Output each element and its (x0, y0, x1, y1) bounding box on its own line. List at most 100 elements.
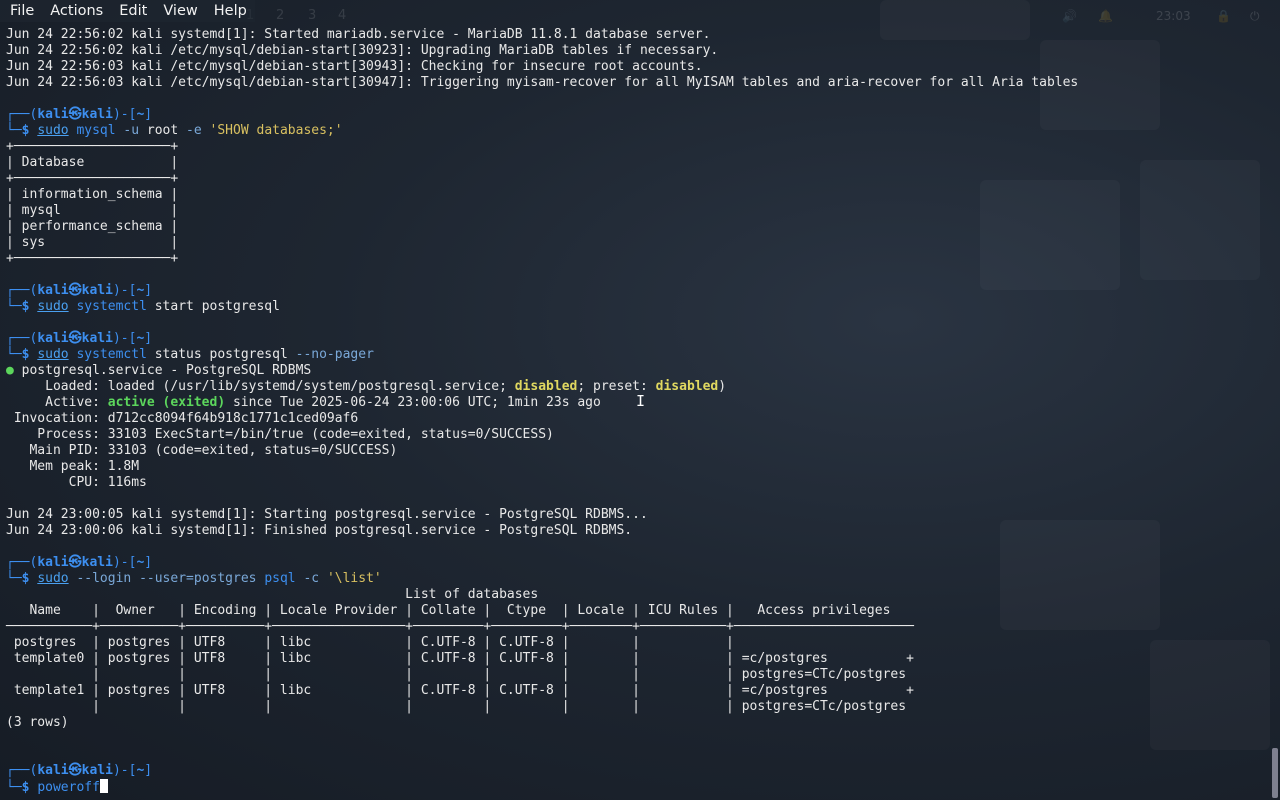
prompt-host: kali (81, 555, 113, 570)
terminal-line: | | | | | | | | postgres=CTc/postgres (6, 699, 907, 714)
terminal-line: Main PID: 33103 (code=exited, status=0/S… (6, 443, 398, 458)
terminal-line: ┌──(kali㉿kali)-[~] (6, 555, 1264, 571)
command-option: -c (303, 571, 320, 586)
terminal-line: template0 | postgres | UTF8 | libc | C.U… (6, 651, 914, 666)
notification-bell-icon[interactable]: 🔔 (1098, 9, 1113, 23)
terminal-line: └─$ poweroff (6, 779, 1264, 795)
prompt-bracket: ┌──( (6, 283, 38, 298)
prompt-symbol: └─$ (6, 347, 38, 362)
prompt-user: kali (37, 107, 69, 122)
command-arg: root (146, 123, 179, 138)
command-bin: mysql (76, 123, 116, 138)
terminal-line: Process: 33103 ExecStart=/bin/true (code… (6, 427, 554, 442)
prompt-user: kali (37, 555, 69, 570)
status-unit: postgresql.service - PostgreSQL RDBMS (13, 363, 312, 378)
terminal-line: Jun 24 22:56:03 kali /etc/mysql/debian-s… (6, 59, 703, 74)
terminal-cursor (99, 779, 108, 793)
command-bin: psql (264, 571, 296, 586)
terminal-line: +────────────────────+ (6, 171, 179, 186)
volume-icon[interactable]: 🔊 (1062, 9, 1077, 23)
status-preset-state: disabled (655, 379, 719, 394)
status-loaded-state: disabled (514, 379, 578, 394)
workspace-4[interactable]: 4 (338, 8, 346, 23)
prompt-bracket: ] (144, 107, 153, 122)
terminal-output[interactable]: Jun 24 22:56:02 kali systemd[1]: Started… (6, 27, 1264, 800)
menu-actions[interactable]: Actions (42, 0, 111, 22)
prompt-host: kali (81, 283, 113, 298)
command-option: --user=postgres (139, 571, 257, 586)
terminal-line: CPU: 116ms (6, 475, 147, 490)
prompt-bracket: )-[ (112, 763, 137, 778)
terminal-line: Active: active (exited) since Tue 2025-0… (6, 395, 1264, 411)
menu-help[interactable]: Help (206, 0, 255, 22)
terminal-line: | | | | | | | | postgres=CTc/postgres (6, 667, 907, 682)
command-args: start postgresql (154, 299, 280, 314)
terminal-line: | information_schema | (6, 187, 179, 202)
terminal-line: Mem peak: 1.8M (6, 459, 140, 474)
prompt-at-symbol: ㉿ (68, 331, 82, 346)
prompt-bracket: ] (144, 555, 153, 570)
terminal-line: postgres | postgres | UTF8 | libc | C.UT… (6, 635, 742, 650)
prompt-user: kali (37, 331, 69, 346)
terminal-scrollbar[interactable] (1272, 748, 1278, 798)
clock[interactable]: 23:03 (1156, 9, 1191, 23)
terminal-line: ───────────+──────────+──────────+──────… (6, 619, 914, 634)
menu-edit[interactable]: Edit (111, 0, 155, 22)
prompt-at-symbol: ㉿ (68, 555, 82, 570)
status-loaded-end: ) (718, 379, 727, 394)
prompt-symbol: └─$ (6, 299, 38, 314)
status-loaded: Loaded: loaded (/usr/lib/systemd/system/… (6, 379, 515, 394)
terminal-line: | sys | (6, 235, 179, 250)
terminal-line: Loaded: loaded (/usr/lib/systemd/system/… (6, 379, 1264, 395)
lock-icon[interactable]: 🔒 (1216, 9, 1231, 23)
terminal-line: | performance_schema | (6, 219, 179, 234)
command-args: status postgresql (154, 347, 288, 362)
prompt-bracket: ┌──( (6, 331, 38, 346)
workspace-2[interactable]: 2 (276, 8, 284, 23)
command-string: '\list' (326, 571, 382, 586)
command-option: -u (123, 123, 140, 138)
command-option: --no-pager (295, 347, 374, 362)
prompt-host: kali (81, 107, 113, 122)
terminal-line: ┌──(kali㉿kali)-[~] (6, 283, 1264, 299)
terminal-menubar: File Actions Edit View Help (0, 0, 255, 22)
terminal-line: +────────────────────+ (6, 139, 179, 154)
prompt-at-symbol: ㉿ (68, 283, 82, 298)
command-sudo: sudo (37, 123, 69, 138)
prompt-symbol: └─$ (6, 123, 38, 138)
terminal-line: Jun 24 22:56:02 kali systemd[1]: Started… (6, 27, 711, 42)
status-active-since: since Tue 2025-06-24 23:00:06 UTC; 1min … (225, 395, 601, 410)
terminal-line: Jun 24 22:56:02 kali /etc/mysql/debian-s… (6, 43, 719, 58)
prompt-bracket: ┌──( (6, 555, 38, 570)
terminal-line: ┌──(kali㉿kali)-[~] (6, 331, 1264, 347)
terminal-line: Jun 24 23:00:05 kali systemd[1]: Startin… (6, 507, 648, 522)
prompt-bracket: ] (144, 283, 153, 298)
prompt-bracket: ┌──( (6, 763, 38, 778)
terminal-line: ┌──(kali㉿kali)-[~] (6, 107, 1264, 123)
menu-file[interactable]: File (2, 0, 42, 22)
prompt-bracket: ] (144, 763, 153, 778)
prompt-at-symbol: ㉿ (68, 763, 82, 778)
prompt-host: kali (81, 763, 113, 778)
prompt-bracket: )-[ (112, 107, 137, 122)
status-bullet-icon: ● (6, 363, 14, 378)
terminal-line: ● postgresql.service - PostgreSQL RDBMS (6, 363, 1264, 379)
terminal-line: └─$ sudo systemctl start postgresql (6, 299, 1264, 315)
workspace-3[interactable]: 3 (308, 8, 316, 23)
terminal-line: List of databases (6, 587, 539, 602)
terminal-line: ┌──(kali㉿kali)-[~] (6, 763, 1264, 779)
command-input: poweroff (37, 780, 100, 795)
power-icon[interactable]: ⏻ (1250, 9, 1260, 24)
command-option: -e (186, 123, 202, 138)
terminal-line: Jun 24 23:00:06 kali systemd[1]: Finishe… (6, 523, 633, 538)
command-bin: systemctl (76, 299, 147, 314)
prompt-bracket: ┌──( (6, 107, 38, 122)
prompt-bracket: )-[ (112, 283, 137, 298)
command-option: --login (76, 571, 132, 586)
menu-view[interactable]: View (155, 0, 205, 22)
